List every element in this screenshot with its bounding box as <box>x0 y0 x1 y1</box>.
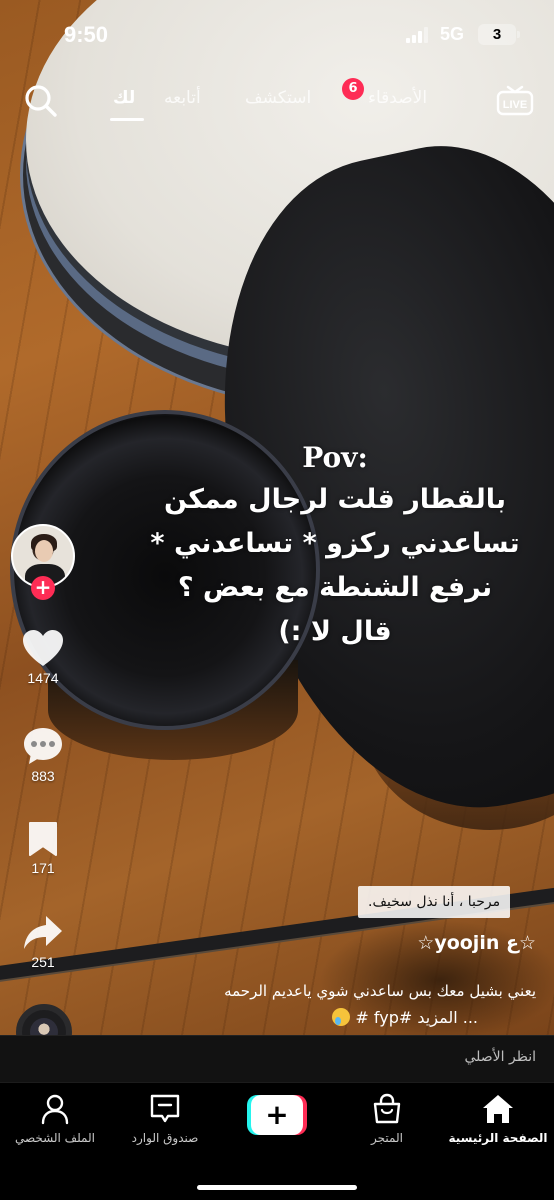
author-name[interactable]: ☆ع yoojin☆ <box>417 932 536 954</box>
home-indicator <box>197 1185 357 1190</box>
like-count: 1474 <box>27 670 59 686</box>
tab-following[interactable]: أتابعه <box>164 88 201 108</box>
crying-emoji-icon <box>332 1008 351 1026</box>
bottom-tab-bar: الملف الشخصي صندوق الوارد + المتجر الصفح… <box>0 1082 554 1200</box>
create-icon: + <box>251 1095 303 1135</box>
save-count: 171 <box>31 860 55 876</box>
save-button[interactable]: 171 <box>0 820 86 876</box>
tab-shop[interactable]: المتجر <box>332 1093 442 1145</box>
inbox-icon <box>150 1094 180 1123</box>
caption-pov: Pov: <box>302 441 368 474</box>
like-button[interactable]: 1474 <box>0 628 86 686</box>
create-button[interactable]: + <box>247 1095 307 1135</box>
shop-icon <box>373 1093 401 1124</box>
status-time: 9:50 <box>64 22 109 47</box>
tab-profile[interactable]: الملف الشخصي <box>0 1093 110 1145</box>
share-arrow-icon <box>24 916 62 949</box>
caption-line-1: بالقطار قلت لرجال ممكن <box>163 484 507 515</box>
search-icon[interactable] <box>24 84 58 118</box>
comment-count: 883 <box>31 768 55 784</box>
battery-icon: 3 <box>478 24 520 45</box>
share-count: 251 <box>31 954 55 970</box>
see-original-label: انظر الأصلي <box>464 1049 536 1065</box>
tab-explore[interactable]: استكشف <box>245 88 311 108</box>
active-tab-indicator <box>110 118 144 121</box>
status-bar: 9:50 5G 3 <box>0 0 554 60</box>
live-label: LIVE <box>503 99 527 111</box>
comment-button[interactable]: 883 <box>0 726 86 784</box>
signal-icon <box>406 27 432 43</box>
tab-friends[interactable]: الأصدقاء <box>368 88 427 108</box>
caption-line-3: نرفع الشنطة مع بعض ؟ <box>177 572 493 603</box>
bookmark-icon <box>29 822 57 856</box>
tab-home-label: الصفحة الرئيسية <box>448 1131 548 1145</box>
more-link[interactable]: ... المزيد #fyp # <box>355 1008 478 1027</box>
caption-line-2: تساعدني ركزو * تساعدني * <box>150 528 520 559</box>
tab-inbox-label: صندوق الوارد <box>131 1131 199 1145</box>
comment-icon <box>24 728 62 764</box>
tab-home[interactable]: الصفحة الرئيسية <box>443 1093 553 1145</box>
video-caption: Pov: بالقطار قلت لرجال ممكن تساعدني ركزو… <box>150 438 520 654</box>
share-button[interactable]: 251 <box>0 914 86 970</box>
home-icon <box>483 1095 513 1123</box>
network-type: 5G <box>440 24 465 44</box>
tab-for-you[interactable]: لك <box>113 88 135 108</box>
profile-icon <box>41 1094 69 1125</box>
live-icon[interactable]: LIVE <box>496 84 534 116</box>
see-original-bar[interactable]: انظر الأصلي <box>0 1035 554 1082</box>
battery-level: 3 <box>492 26 502 43</box>
top-nav: لك أتابعه استكشف الأصدقاء 6 LIVE <box>0 78 554 128</box>
tab-inbox[interactable]: صندوق الوارد <box>110 1093 220 1145</box>
post-description: يعني بشيل معك بس ساعدني شوي ياعديم الرحم… <box>224 982 536 1000</box>
text-sticker: مرحبا ، أنا نذل سخيف. <box>358 886 511 918</box>
heart-icon <box>23 630 63 666</box>
tab-profile-label: الملف الشخصي <box>15 1131 95 1145</box>
caption-line-4: قال لا :) <box>278 616 392 647</box>
tab-shop-label: المتجر <box>371 1131 403 1145</box>
follow-plus-icon[interactable]: + <box>31 576 55 600</box>
post-description-more[interactable]: ... المزيد #fyp # <box>328 1008 478 1027</box>
friends-badge: 6 <box>342 78 364 100</box>
